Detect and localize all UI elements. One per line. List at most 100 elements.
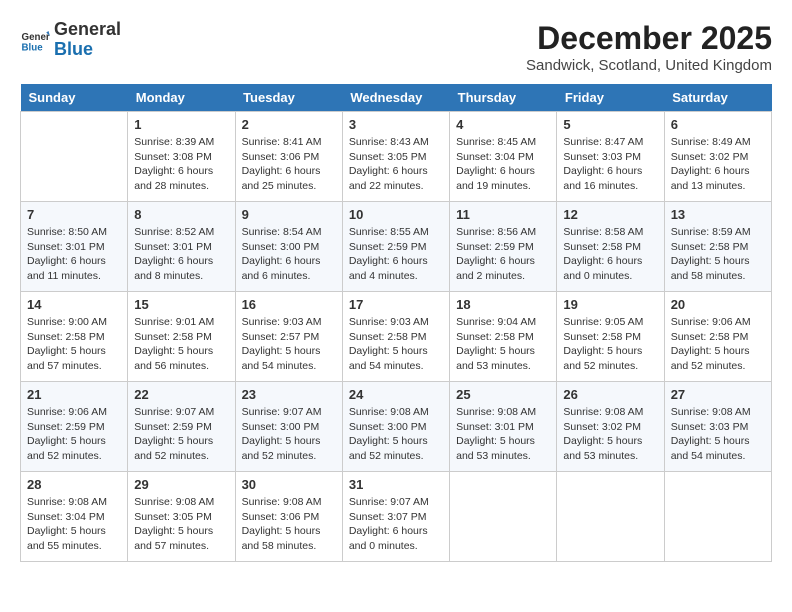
weekday-header: Tuesday [235, 84, 342, 112]
day-info: Sunrise: 8:55 AM Sunset: 2:59 PM Dayligh… [349, 225, 443, 284]
day-info: Sunrise: 8:43 AM Sunset: 3:05 PM Dayligh… [349, 135, 443, 194]
day-info: Sunrise: 9:00 AM Sunset: 2:58 PM Dayligh… [27, 315, 121, 374]
calendar-day-cell: 13 Sunrise: 8:59 AM Sunset: 2:58 PM Dayli… [664, 202, 771, 292]
calendar-day-cell: 15Sunrise: 9:01 AM Sunset: 2:58 PM Dayli… [128, 292, 235, 382]
day-number: 29 [134, 477, 228, 492]
day-info: Sunrise: 9:05 AM Sunset: 2:58 PM Dayligh… [563, 315, 657, 374]
weekday-header: Sunday [21, 84, 128, 112]
location: Sandwick, Scotland, United Kingdom [526, 57, 772, 74]
calendar-day-cell: 6Sunrise: 8:49 AM Sunset: 3:02 PM Daylig… [664, 112, 771, 202]
svg-text:General: General [22, 32, 51, 43]
calendar-day-cell: 23 Sunrise: 9:07 AM Sunset: 3:00 PM Dayli… [235, 382, 342, 472]
day-info: Sunrise: 8:50 AM Sunset: 3:01 PM Dayligh… [27, 225, 121, 284]
day-number: 12 [563, 207, 657, 222]
calendar-day-cell [450, 472, 557, 562]
day-info: Sunrise: 8:45 AM Sunset: 3:04 PM Dayligh… [456, 135, 550, 194]
logo-blue-text: Blue [54, 40, 121, 60]
day-number: 30 [242, 477, 336, 492]
logo-general-text: General [54, 20, 121, 40]
day-number: 3 [349, 117, 443, 132]
calendar-day-cell: 17 Sunrise: 9:03 AM Sunset: 2:58 PM Dayli… [342, 292, 449, 382]
day-info: Sunrise: 9:07 AM Sunset: 2:59 PM Dayligh… [134, 405, 228, 464]
calendar-week-row: 14 Sunrise: 9:00 AM Sunset: 2:58 PM Dayli… [21, 292, 772, 382]
day-number: 16 [242, 297, 336, 312]
title-block: December 2025 Sandwick, Scotland, United… [526, 20, 772, 74]
day-info: Sunrise: 8:39 AM Sunset: 3:08 PM Dayligh… [134, 135, 228, 194]
day-info: Sunrise: 9:06 AM Sunset: 2:58 PM Dayligh… [671, 315, 765, 374]
day-info: Sunrise: 8:47 AM Sunset: 3:03 PM Dayligh… [563, 135, 657, 194]
day-info: Sunrise: 9:08 AM Sunset: 3:02 PM Dayligh… [563, 405, 657, 464]
day-info: Sunrise: 8:52 AM Sunset: 3:01 PM Dayligh… [134, 225, 228, 284]
calendar-day-cell: 18Sunrise: 9:04 AM Sunset: 2:58 PM Dayli… [450, 292, 557, 382]
logo-icon: General Blue [20, 25, 50, 55]
page-header: General Blue General Blue December 2025 … [20, 20, 772, 74]
day-info: Sunrise: 9:03 AM Sunset: 2:58 PM Dayligh… [349, 315, 443, 374]
day-number: 7 [27, 207, 121, 222]
day-info: Sunrise: 8:56 AM Sunset: 2:59 PM Dayligh… [456, 225, 550, 284]
calendar-day-cell: 2 Sunrise: 8:41 AM Sunset: 3:06 PM Daylig… [235, 112, 342, 202]
calendar-day-cell: 30Sunrise: 9:08 AM Sunset: 3:06 PM Dayli… [235, 472, 342, 562]
calendar-day-cell: 5Sunrise: 8:47 AM Sunset: 3:03 PM Daylig… [557, 112, 664, 202]
day-number: 14 [27, 297, 121, 312]
calendar-day-cell: 10 Sunrise: 8:55 AM Sunset: 2:59 PM Dayli… [342, 202, 449, 292]
calendar-day-cell: 16 Sunrise: 9:03 AM Sunset: 2:57 PM Dayli… [235, 292, 342, 382]
day-number: 28 [27, 477, 121, 492]
day-number: 24 [349, 387, 443, 402]
weekday-header: Wednesday [342, 84, 449, 112]
calendar-day-cell: 4 Sunrise: 8:45 AM Sunset: 3:04 PM Daylig… [450, 112, 557, 202]
weekday-header: Thursday [450, 84, 557, 112]
day-number: 23 [242, 387, 336, 402]
calendar-day-cell: 22 Sunrise: 9:07 AM Sunset: 2:59 PM Dayli… [128, 382, 235, 472]
calendar-day-cell: 24 Sunrise: 9:08 AM Sunset: 3:00 PM Dayli… [342, 382, 449, 472]
day-info: Sunrise: 9:08 AM Sunset: 3:05 PM Dayligh… [134, 495, 228, 554]
day-info: Sunrise: 9:08 AM Sunset: 3:00 PM Dayligh… [349, 405, 443, 464]
day-info: Sunrise: 9:03 AM Sunset: 2:57 PM Dayligh… [242, 315, 336, 374]
weekday-header: Monday [128, 84, 235, 112]
calendar-day-cell: 27 Sunrise: 9:08 AM Sunset: 3:03 PM Dayli… [664, 382, 771, 472]
calendar-week-row: 1 Sunrise: 8:39 AM Sunset: 3:08 PM Daylig… [21, 112, 772, 202]
calendar-day-cell [557, 472, 664, 562]
day-number: 31 [349, 477, 443, 492]
day-number: 17 [349, 297, 443, 312]
day-number: 19 [563, 297, 657, 312]
day-info: Sunrise: 9:01 AM Sunset: 2:58 PM Dayligh… [134, 315, 228, 374]
calendar-day-cell: 25Sunrise: 9:08 AM Sunset: 3:01 PM Dayli… [450, 382, 557, 472]
day-number: 18 [456, 297, 550, 312]
calendar-table: SundayMondayTuesdayWednesdayThursdayFrid… [20, 84, 772, 562]
calendar-day-cell: 26Sunrise: 9:08 AM Sunset: 3:02 PM Dayli… [557, 382, 664, 472]
calendar-day-cell: 7 Sunrise: 8:50 AM Sunset: 3:01 PM Daylig… [21, 202, 128, 292]
day-info: Sunrise: 8:41 AM Sunset: 3:06 PM Dayligh… [242, 135, 336, 194]
day-number: 2 [242, 117, 336, 132]
calendar-day-cell: 9Sunrise: 8:54 AM Sunset: 3:00 PM Daylig… [235, 202, 342, 292]
day-number: 6 [671, 117, 765, 132]
svg-text:Blue: Blue [22, 42, 44, 53]
weekday-header: Saturday [664, 84, 771, 112]
calendar-week-row: 7 Sunrise: 8:50 AM Sunset: 3:01 PM Daylig… [21, 202, 772, 292]
day-number: 8 [134, 207, 228, 222]
day-number: 9 [242, 207, 336, 222]
calendar-header-row: SundayMondayTuesdayWednesdayThursdayFrid… [21, 84, 772, 112]
calendar-day-cell: 12 Sunrise: 8:58 AM Sunset: 2:58 PM Dayli… [557, 202, 664, 292]
calendar-day-cell: 21Sunrise: 9:06 AM Sunset: 2:59 PM Dayli… [21, 382, 128, 472]
day-number: 10 [349, 207, 443, 222]
day-number: 22 [134, 387, 228, 402]
calendar-day-cell: 19 Sunrise: 9:05 AM Sunset: 2:58 PM Dayli… [557, 292, 664, 382]
calendar-day-cell: 3 Sunrise: 8:43 AM Sunset: 3:05 PM Daylig… [342, 112, 449, 202]
day-info: Sunrise: 9:07 AM Sunset: 3:00 PM Dayligh… [242, 405, 336, 464]
month-title: December 2025 [526, 20, 772, 57]
day-info: Sunrise: 8:58 AM Sunset: 2:58 PM Dayligh… [563, 225, 657, 284]
day-number: 20 [671, 297, 765, 312]
day-number: 1 [134, 117, 228, 132]
calendar-day-cell: 31Sunrise: 9:07 AM Sunset: 3:07 PM Dayli… [342, 472, 449, 562]
calendar-day-cell: 29 Sunrise: 9:08 AM Sunset: 3:05 PM Dayli… [128, 472, 235, 562]
weekday-header: Friday [557, 84, 664, 112]
day-number: 4 [456, 117, 550, 132]
calendar-week-row: 21Sunrise: 9:06 AM Sunset: 2:59 PM Dayli… [21, 382, 772, 472]
day-number: 13 [671, 207, 765, 222]
calendar-day-cell: 14 Sunrise: 9:00 AM Sunset: 2:58 PM Dayli… [21, 292, 128, 382]
day-number: 27 [671, 387, 765, 402]
day-info: Sunrise: 9:08 AM Sunset: 3:03 PM Dayligh… [671, 405, 765, 464]
day-info: Sunrise: 8:59 AM Sunset: 2:58 PM Dayligh… [671, 225, 765, 284]
day-info: Sunrise: 9:08 AM Sunset: 3:01 PM Dayligh… [456, 405, 550, 464]
day-info: Sunrise: 9:06 AM Sunset: 2:59 PM Dayligh… [27, 405, 121, 464]
